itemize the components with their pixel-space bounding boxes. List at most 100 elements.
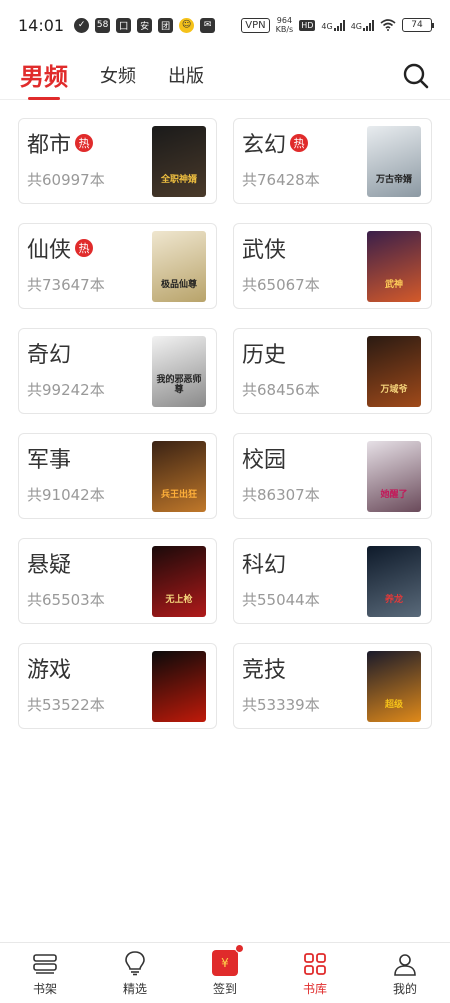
cover-title: 万域爷 (380, 385, 408, 395)
category-card[interactable]: 悬疑 共65503本 无上枪 (18, 538, 217, 624)
book-cover-image: 武神 (367, 231, 421, 302)
cover-title: 武神 (384, 280, 403, 290)
cover-title: 兵王出狂 (160, 490, 197, 500)
network-type-2: 4G (350, 21, 362, 31)
status-right: VPN 964 KB/s HD 4G 4G 74 (241, 16, 434, 34)
category-card[interactable]: 竞技 共53339本 超级 (233, 643, 432, 729)
category-card[interactable]: 玄幻热共76428本 万古帝婿 (233, 118, 432, 204)
cover-title: 超级 (384, 700, 403, 710)
tab-label: 女频 (100, 65, 136, 87)
book-cover-image (152, 651, 206, 722)
nav-mine[interactable]: 我的 (360, 943, 450, 1003)
category-card[interactable]: 历史 共68456本 万域爷 (233, 328, 432, 414)
tab-female[interactable]: 女频 (100, 62, 136, 88)
book-cover-image: 超级 (367, 651, 421, 722)
bookshelf-icon (33, 954, 57, 974)
category-card[interactable]: 科幻 共55044本 养龙 (233, 538, 432, 624)
status-left: 14:01 ✓ 58 囗 安 团 ☺ ✉ (18, 15, 216, 35)
book-cover-image: 无上枪 (152, 546, 206, 617)
speed-value: 964 (276, 16, 293, 25)
tab-label: 男频 (20, 63, 68, 91)
hot-badge: 热 (290, 134, 309, 152)
signin-redpacket-icon: ¥ (212, 944, 244, 976)
cover-title: 极品仙尊 (160, 280, 197, 290)
category-name: 历史 (242, 343, 287, 368)
category-name: 都市 (27, 133, 72, 158)
category-name: 科幻 (242, 553, 287, 578)
hot-badge: 热 (75, 239, 94, 257)
nav-label: 我的 (392, 982, 417, 996)
active-tab-indicator (28, 97, 60, 100)
category-card[interactable]: 游戏 共53522本 (18, 643, 217, 729)
status-bar: 14:01 ✓ 58 囗 安 团 ☺ ✉ VPN 964 KB/s HD 4G … (0, 0, 450, 50)
category-name: 竞技 (242, 658, 287, 683)
book-cover-image: 兵王出狂 (152, 441, 206, 512)
book-cover-image: 万古帝婿 (367, 126, 421, 197)
nav-signin[interactable]: ¥ 签到 (180, 943, 270, 1003)
app-tuan-icon: 团 (158, 17, 174, 33)
category-card[interactable]: 校园 共86307本 她醒了 (233, 433, 432, 519)
category-card[interactable]: 仙侠热共73647本 极品仙尊 (18, 223, 217, 309)
mail-icon: ✉ (200, 17, 216, 33)
category-name: 玄幻 (242, 133, 287, 158)
speed-unit: KB/s (275, 25, 294, 34)
category-name: 仙侠 (27, 238, 72, 263)
network-speed: 964 KB/s (276, 16, 294, 34)
nav-label: 签到 (212, 982, 237, 996)
category-name: 悬疑 (27, 553, 72, 578)
category-grid: 都市热共60997本 全职神婿 玄幻热共76428本 万古帝婿 仙侠热共73647本 极品… (0, 100, 450, 729)
grid-library-icon (304, 953, 326, 975)
category-name: 奇幻 (27, 343, 72, 368)
nav-label: 书架 (32, 982, 57, 996)
cover-title: 万古帝婿 (375, 175, 412, 185)
tab-male[interactable]: 男频 (20, 57, 68, 100)
wifi-icon (380, 19, 396, 31)
category-name: 校园 (242, 448, 287, 473)
emoji-notif-icon: ☺ (179, 17, 195, 33)
book-cover-image: 养龙 (367, 546, 421, 617)
book-cover-image: 极品仙尊 (152, 231, 206, 302)
nav-bookshelf[interactable]: 书架 (0, 943, 90, 1003)
book-cover-image: 她醒了 (367, 441, 421, 512)
category-card[interactable]: 武侠 共65067本 武神 (233, 223, 432, 309)
category-name: 游戏 (27, 658, 72, 683)
network-type-1: 4G (321, 21, 333, 31)
cover-title: 养龙 (384, 595, 403, 605)
nav-library[interactable]: 书库 (270, 943, 360, 1003)
nav-label: 精选 (122, 982, 147, 996)
signal-2: 4G (350, 19, 374, 31)
hot-badge: 热 (75, 134, 94, 152)
battery-icon: 74 (402, 18, 434, 32)
notification-dot (235, 944, 244, 953)
cover-title: 我的邪恶师尊 (156, 375, 202, 395)
book-cover-image: 我的邪恶师尊 (152, 336, 206, 407)
app-an-icon: 安 (137, 17, 153, 33)
cover-title: 全职神婿 (160, 175, 197, 185)
signal-1: 4G (321, 19, 345, 31)
notification-icon: ✓ (74, 17, 90, 33)
lightbulb-icon (125, 951, 145, 976)
bottom-nav: 书架 精选 ¥ 签到 书库 我的 (0, 942, 450, 1003)
hd-badge: HD (299, 19, 316, 31)
signal-bars-icon (363, 19, 374, 31)
app-icon: 囗 (116, 17, 132, 33)
book-cover-image: 全职神婿 (152, 126, 206, 197)
nav-label: 书库 (302, 982, 327, 996)
category-card[interactable]: 军事 共91042本 兵王出狂 (18, 433, 217, 519)
category-name: 军事 (27, 448, 72, 473)
user-icon (394, 954, 416, 976)
app-58-icon: 58 (95, 17, 111, 33)
category-card[interactable]: 奇幻 共99242本 我的邪恶师尊 (18, 328, 217, 414)
status-time: 14:01 (18, 15, 65, 35)
book-cover-image: 万域爷 (367, 336, 421, 407)
nav-featured[interactable]: 精选 (90, 943, 180, 1003)
category-name: 武侠 (242, 238, 287, 263)
tab-publish[interactable]: 出版 (168, 62, 204, 88)
cover-title: 她醒了 (380, 490, 408, 500)
vpn-badge: VPN (241, 17, 270, 33)
cover-title: 无上枪 (165, 595, 193, 605)
category-card[interactable]: 都市热共60997本 全职神婿 (18, 118, 217, 204)
signal-bars-icon (333, 19, 345, 31)
search-icon[interactable] (402, 62, 430, 90)
top-tab-bar: 男频 女频 出版 (0, 50, 450, 100)
